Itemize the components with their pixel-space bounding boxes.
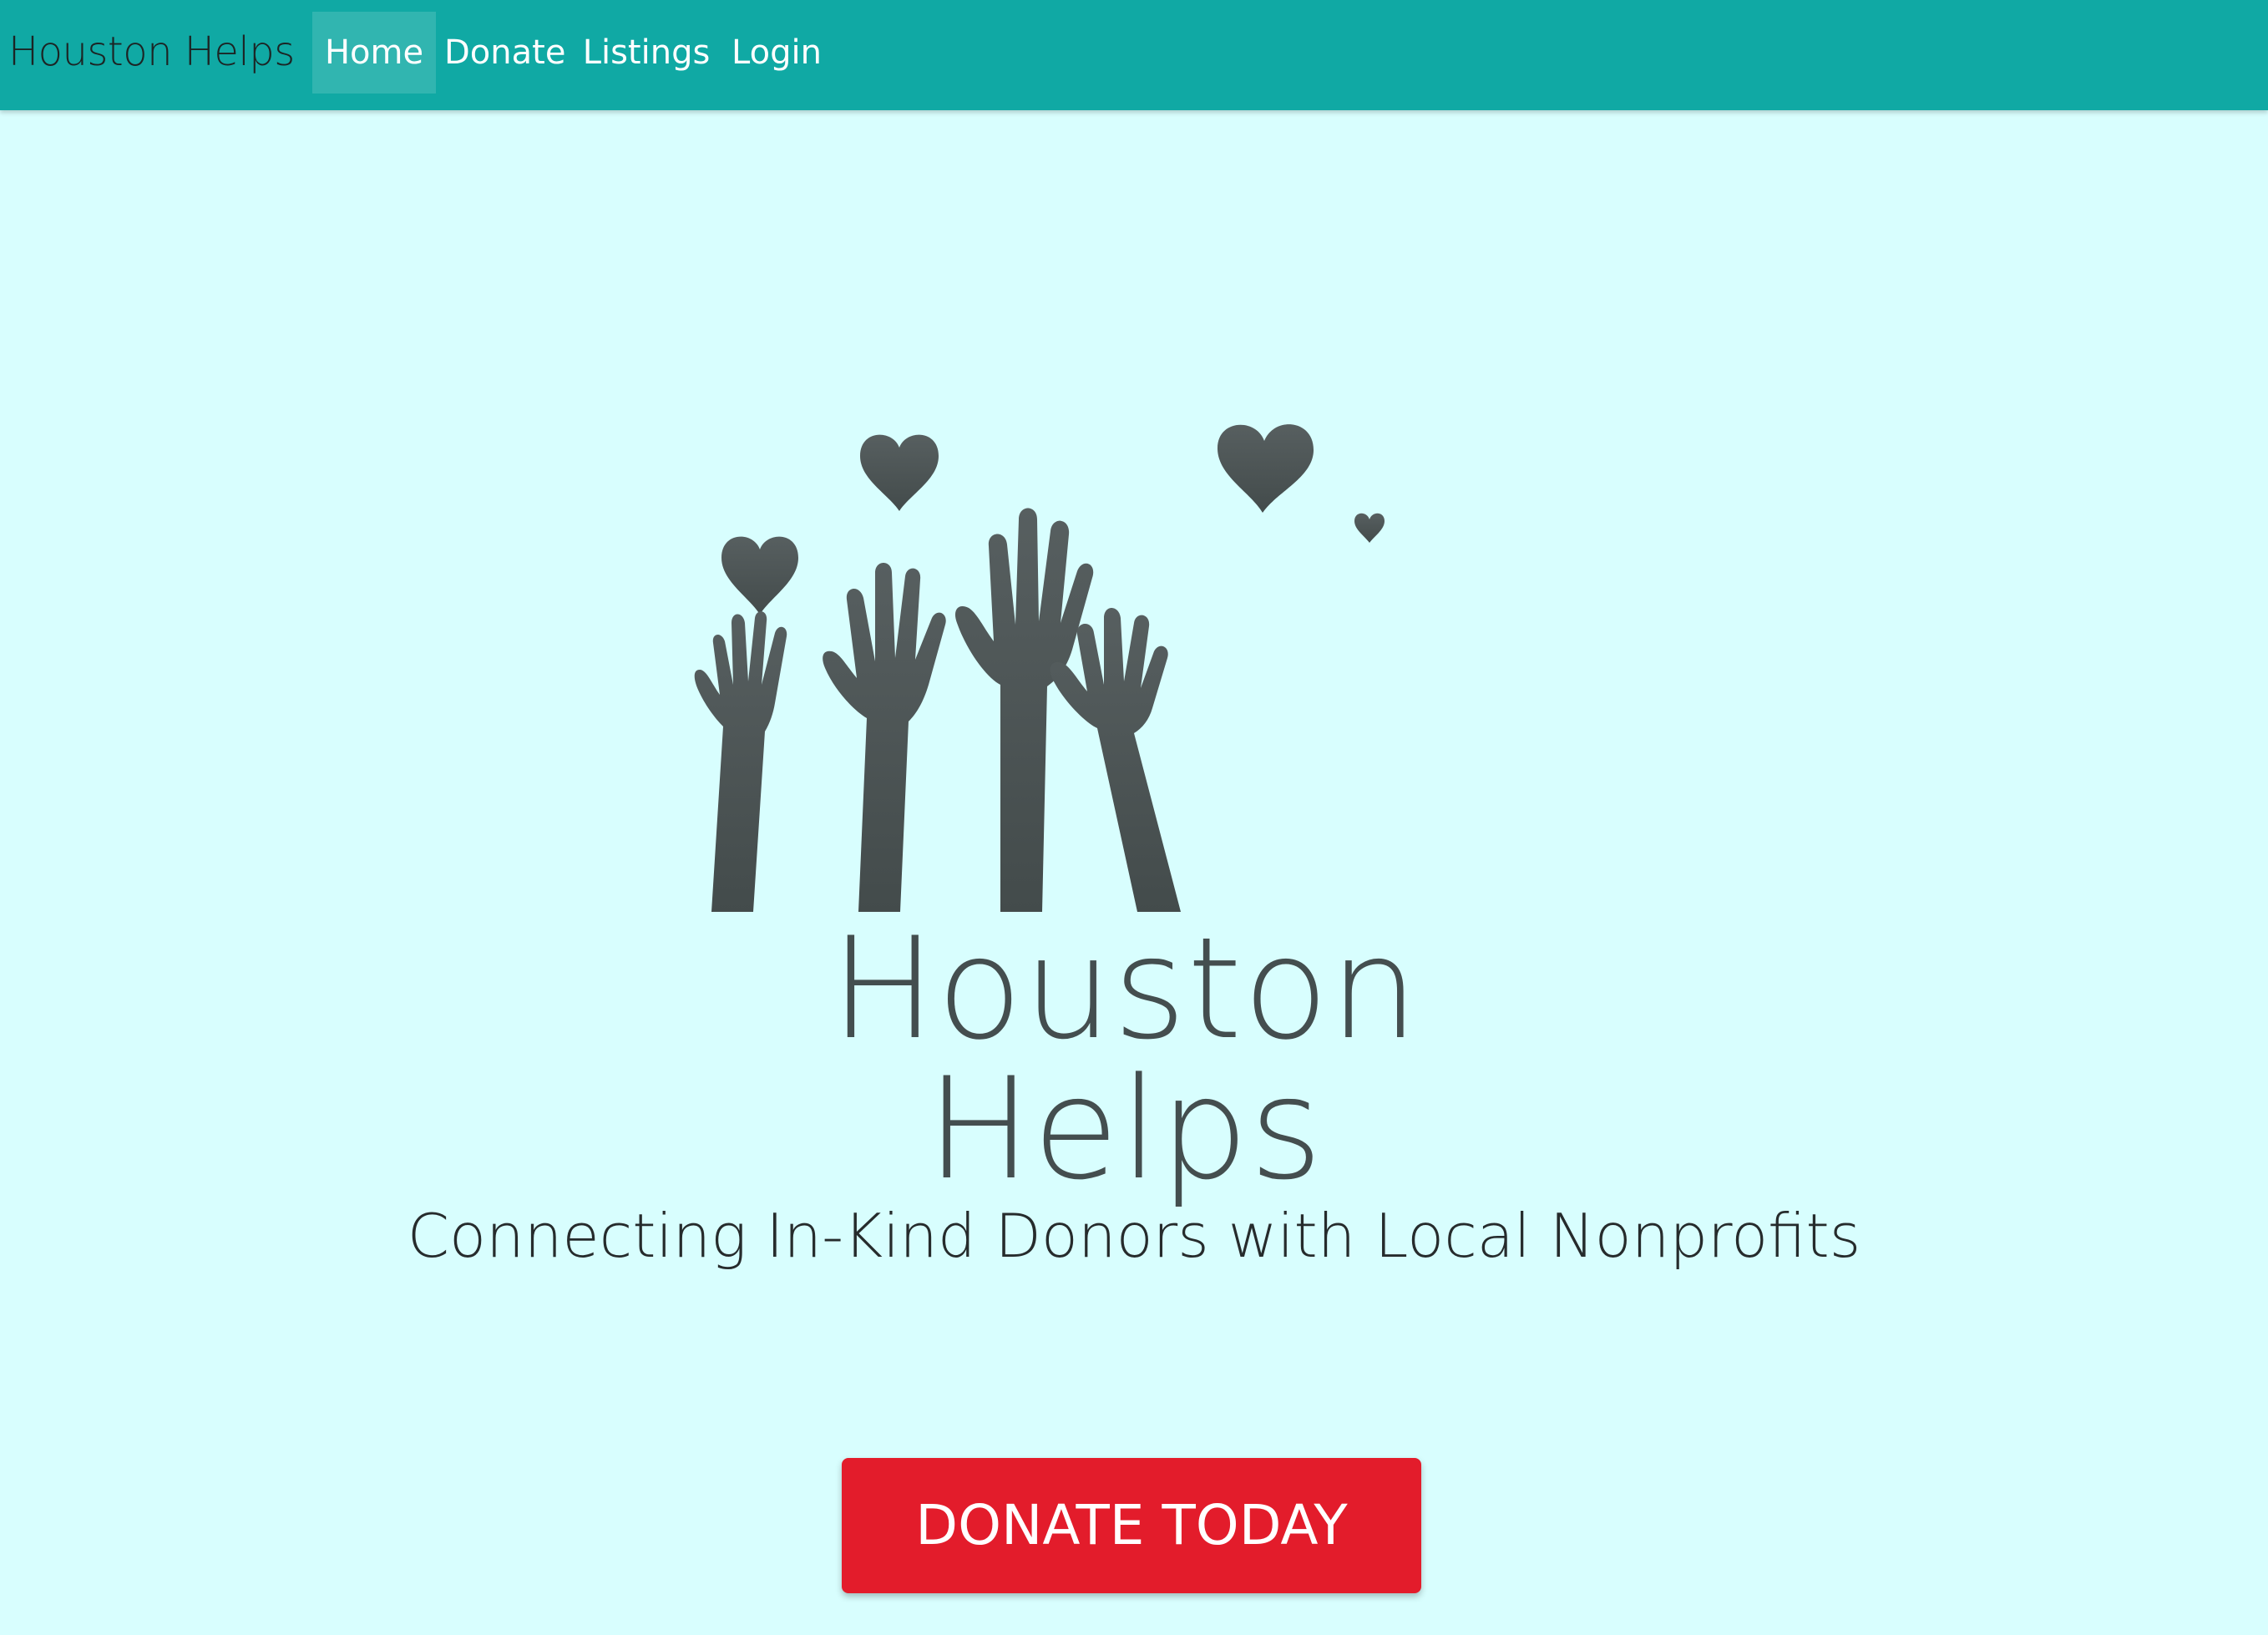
heart-icon [860, 434, 939, 511]
heart-icon [1354, 513, 1385, 543]
heart-icon [721, 536, 798, 615]
top-navbar: Houston Helps Home Donate Listings Login [0, 0, 2268, 110]
hand-icon [954, 508, 1094, 912]
logo-wordmark: Houston Helps [830, 907, 1420, 1211]
nav-item-donate[interactable]: Donate [444, 12, 565, 94]
hand-icon [823, 563, 946, 912]
nav-item-home[interactable]: Home [312, 12, 436, 94]
heart-icon [1217, 424, 1314, 513]
nav-item-login[interactable]: Login [728, 12, 825, 94]
hand-icon [694, 611, 787, 912]
navbar-brand[interactable]: Houston Helps [8, 0, 295, 104]
hero-tagline: Connecting In-Kind Donors with Local Non… [407, 1201, 1861, 1271]
nav-item-listings[interactable]: Listings [581, 12, 711, 94]
donate-today-button[interactable]: DONATE TODAY [842, 1458, 1421, 1593]
